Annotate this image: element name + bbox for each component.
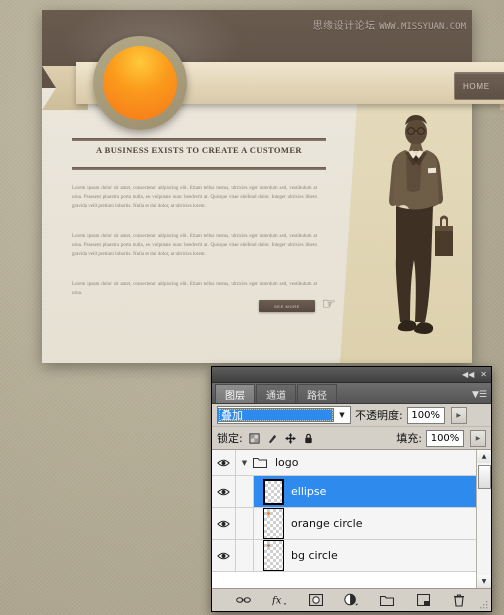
folder-icon xyxy=(253,458,267,468)
layer-row-ellipse[interactable]: ellipse xyxy=(212,476,476,508)
watermark-cn: 思缘设计论坛 xyxy=(312,21,376,32)
layer-style-fx-icon[interactable]: fx xyxy=(272,593,287,607)
body-paragraph-2: Lorem ipsum dolor sit amet, consectetur … xyxy=(72,234,317,257)
pointing-hand-icon: ☜ xyxy=(321,296,336,313)
lock-transparent-pixels-icon[interactable] xyxy=(249,432,260,444)
tab-layers[interactable]: 图层 xyxy=(215,384,255,403)
add-layer-mask-icon[interactable] xyxy=(308,593,323,607)
layer-row-orange-circle[interactable]: orange circle xyxy=(212,508,476,540)
lock-icon-group[interactable] xyxy=(249,432,314,444)
layer-name-orange-circle: orange circle xyxy=(291,517,363,530)
panel-menu-icon[interactable]: ▼☰ xyxy=(472,391,487,400)
layer-thumbnail-bg-circle[interactable] xyxy=(263,540,284,571)
new-group-icon[interactable] xyxy=(380,593,395,607)
visibility-toggle-orange-circle[interactable] xyxy=(212,508,236,539)
layer-thumbnail-ellipse[interactable] xyxy=(263,478,284,505)
chevron-down-icon[interactable]: ▼ xyxy=(334,411,350,419)
lock-all-padlock-icon[interactable] xyxy=(303,433,314,444)
lock-position-move-icon[interactable] xyxy=(284,432,296,444)
visibility-toggle-ellipse[interactable] xyxy=(212,476,236,507)
logo-circle[interactable] xyxy=(93,36,187,130)
layer-name-ellipse: ellipse xyxy=(291,485,327,498)
visibility-toggle-bg-circle[interactable] xyxy=(212,540,236,571)
layer-row-logo-group[interactable]: ▼ logo xyxy=(212,450,476,476)
blend-mode-select[interactable]: 叠加 ▼ xyxy=(217,406,351,424)
indent-spacer xyxy=(236,540,254,571)
link-layers-icon[interactable] xyxy=(236,593,252,607)
collapse-icon[interactable]: ◀◀ xyxy=(462,370,474,379)
fill-label: 填充: xyxy=(396,432,422,445)
body-paragraph-3: Lorem ipsum dolor sit amet, consectetur … xyxy=(72,282,317,296)
scroll-down-arrow-icon[interactable]: ▼ xyxy=(477,575,491,588)
indent-spacer xyxy=(236,508,254,539)
opacity-value[interactable]: 100% xyxy=(406,406,445,424)
scrollbar-thumb[interactable] xyxy=(478,465,491,489)
lock-label: 锁定: xyxy=(217,432,243,445)
layer-name-bg-circle: bg circle xyxy=(291,549,338,562)
headline-rule-bottom xyxy=(72,167,326,170)
panel-footer-toolbar[interactable]: fx xyxy=(212,588,491,611)
layer-name-logo: logo xyxy=(275,456,299,469)
watermark-url: WWW.MISSYUAN.COM xyxy=(379,22,466,32)
panel-titlebar[interactable]: ◀◀ ✕ xyxy=(212,367,491,383)
paper-right-panel xyxy=(340,88,472,363)
new-layer-icon[interactable] xyxy=(416,593,431,607)
indent-spacer xyxy=(236,476,254,507)
delete-layer-trash-icon[interactable] xyxy=(451,593,466,607)
scrollbar-track[interactable] xyxy=(477,463,491,575)
eye-icon[interactable] xyxy=(217,458,230,468)
layer-list[interactable]: ▼ logo ellipse orange circle bg circle xyxy=(212,450,476,588)
visibility-toggle-logo[interactable] xyxy=(212,450,236,475)
headline-rule-top xyxy=(72,138,326,141)
see-more-label: SEE MORE xyxy=(274,303,300,309)
layer-thumbnail-orange-circle[interactable] xyxy=(263,508,284,539)
mockup-body: A BUSINESS EXISTS TO CREATE A CUSTOMER L… xyxy=(42,88,472,363)
eye-icon[interactable] xyxy=(217,487,230,497)
main-navigation[interactable]: HOME ABOUT US OUR CLIENTS PRESS CONTACT … xyxy=(454,72,504,100)
logo-orange-circle xyxy=(103,46,177,120)
opacity-stepper-icon[interactable]: ▶ xyxy=(450,406,467,424)
lock-row: 锁定: 填充: 100% ▶ xyxy=(212,427,491,449)
lock-image-pixels-brush-icon[interactable] xyxy=(267,433,278,444)
blend-mode-row: 叠加 ▼ 不透明度: 100% ▶ xyxy=(212,404,491,427)
fill-value[interactable]: 100% xyxy=(426,429,464,447)
eye-icon[interactable] xyxy=(217,519,230,529)
adjustment-layer-icon[interactable] xyxy=(344,593,359,607)
website-mockup: 思缘设计论坛 WWW.MISSYUAN.COM A BUSINESS EXIST… xyxy=(42,0,504,363)
close-icon[interactable]: ✕ xyxy=(480,370,487,379)
layer-list-scrollbar[interactable]: ▲ ▼ xyxy=(476,450,491,588)
vintage-businessman-illustration xyxy=(389,115,453,334)
opacity-label: 不透明度: xyxy=(355,409,403,422)
fill-stepper-icon[interactable]: ▶ xyxy=(470,429,486,447)
tab-paths[interactable]: 路径 xyxy=(297,384,337,403)
panel-tabs[interactable]: 图层 通道 路径 ▼☰ xyxy=(212,383,491,404)
see-more-button[interactable]: SEE MORE xyxy=(259,300,315,312)
blend-mode-value[interactable]: 叠加 xyxy=(218,408,334,422)
layer-list-container[interactable]: ▼ logo ellipse orange circle bg circle ▲… xyxy=(212,449,491,588)
page-headline: A BUSINESS EXISTS TO CREATE A CUSTOMER xyxy=(96,145,302,155)
eye-icon[interactable] xyxy=(217,551,230,561)
site-watermark: 思缘设计论坛 WWW.MISSYUAN.COM xyxy=(313,17,466,32)
body-paragraph-1: Lorem ipsum dolor sit amet, consectetur … xyxy=(72,186,317,209)
photoshop-layers-panel[interactable]: ◀◀ ✕ 图层 通道 路径 ▼☰ 叠加 ▼ 不透明度: 100% ▶ 锁定: 填… xyxy=(211,366,492,612)
scroll-up-arrow-icon[interactable]: ▲ xyxy=(477,450,491,463)
layer-row-bg-circle[interactable]: bg circle xyxy=(212,540,476,572)
svg-text:fx: fx xyxy=(272,595,282,606)
resize-grip-icon[interactable] xyxy=(480,601,488,609)
group-disclosure-triangle-icon[interactable]: ▼ xyxy=(236,459,253,467)
nav-item-home[interactable]: HOME xyxy=(463,82,490,91)
tab-channels[interactable]: 通道 xyxy=(256,384,296,403)
